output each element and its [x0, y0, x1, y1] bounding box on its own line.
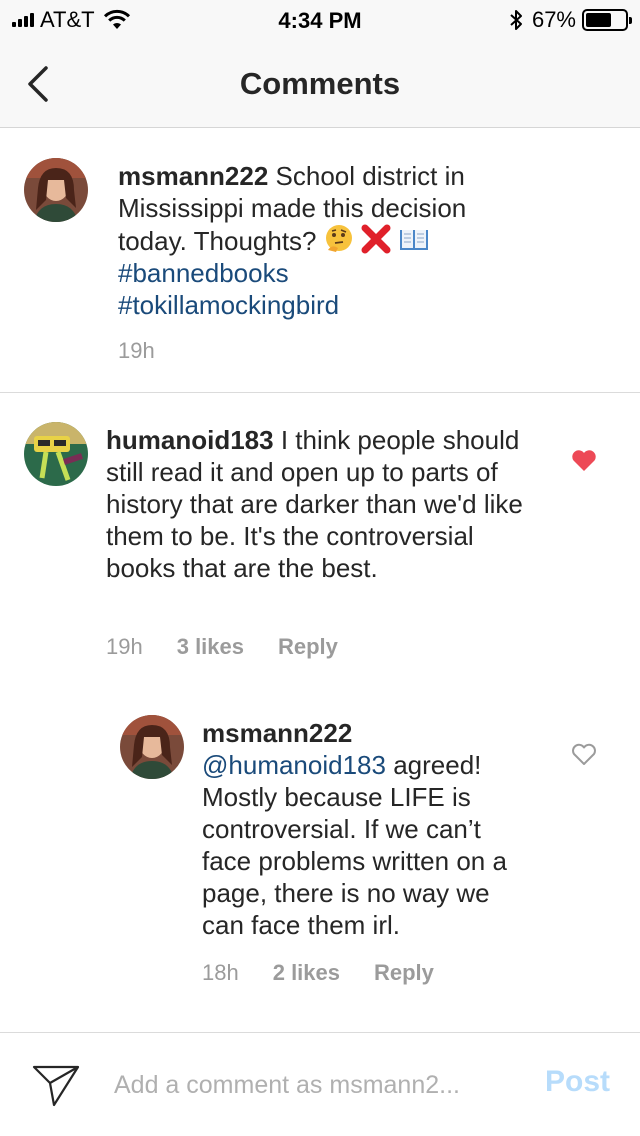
avatar[interactable]: [24, 422, 88, 486]
comment-composer: Post: [0, 1032, 640, 1136]
post-button[interactable]: Post: [545, 1065, 610, 1099]
caption-text: msmann222 School district in Mississippi…: [118, 160, 538, 321]
comment-meta: 19h 3 likes Reply: [106, 634, 338, 660]
open-book-icon: [400, 230, 429, 250]
reply-meta: 18h 2 likes Reply: [202, 960, 434, 986]
hashtag-link[interactable]: #bannedbooks: [118, 258, 289, 288]
cross-mark-icon: [361, 224, 391, 254]
avatar[interactable]: [120, 715, 184, 779]
reply-button[interactable]: Reply: [278, 634, 338, 660]
status-right: 67%: [508, 7, 632, 32]
reply-username[interactable]: msmann222: [202, 718, 352, 748]
battery-fill: [586, 13, 611, 27]
reply-button[interactable]: Reply: [374, 960, 434, 986]
direct-send-icon[interactable]: [30, 1061, 82, 1109]
comment-username[interactable]: humanoid183: [106, 425, 274, 455]
mention-link[interactable]: @humanoid183: [202, 750, 386, 780]
thinking-face-icon: [325, 225, 352, 252]
status-bar: AT&T 4:34 PM 67%: [0, 0, 640, 40]
likes-count[interactable]: 2 likes: [273, 960, 340, 986]
battery-icon: [582, 9, 632, 31]
comment-text: humanoid183 I think people should still …: [106, 424, 536, 584]
reply-time: 18h: [202, 960, 239, 985]
caption-time: 19h: [118, 338, 155, 363]
heart-filled-icon[interactable]: [571, 449, 597, 472]
caption-username[interactable]: msmann222: [118, 161, 268, 191]
hashtag-link[interactable]: #tokillamockingbird: [118, 290, 339, 320]
divider: [0, 392, 640, 393]
nav-bar: Comments: [0, 40, 640, 128]
heart-outline-icon[interactable]: [571, 743, 597, 766]
page-title: Comments: [239, 66, 401, 101]
bluetooth-icon: [510, 10, 522, 30]
battery-percent: 67%: [531, 7, 576, 32]
likes-count[interactable]: 3 likes: [177, 634, 244, 660]
avatar[interactable]: [24, 158, 88, 222]
comment-time: 19h: [106, 634, 143, 659]
reply-text: msmann222 @humanoid183 agreed! Mostly be…: [202, 717, 532, 941]
comment-input[interactable]: [114, 1067, 524, 1103]
caption-meta: 19h: [118, 338, 155, 364]
